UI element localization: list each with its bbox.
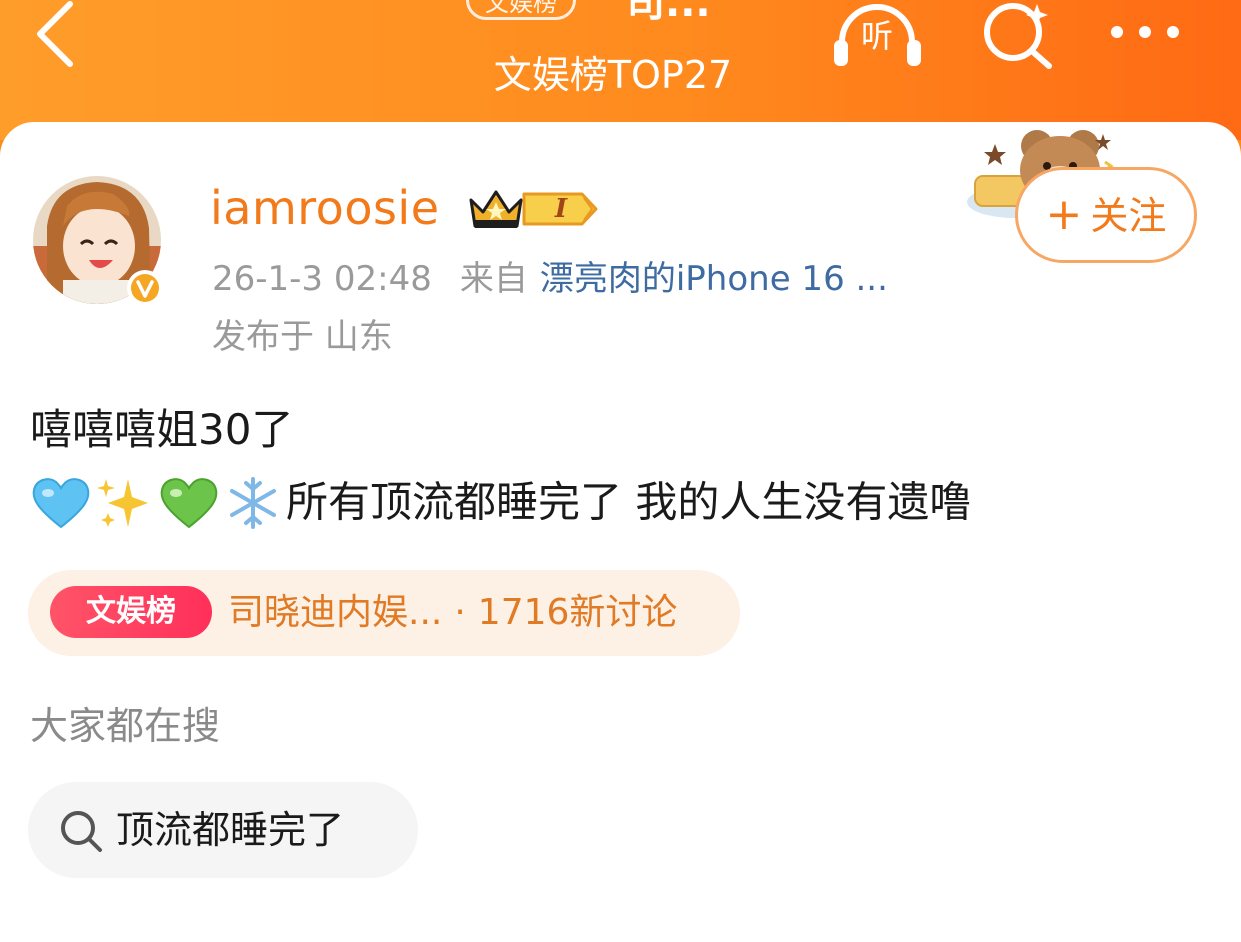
sparkles-icon [94,475,156,531]
username[interactable]: iamroosie [210,180,440,236]
crown-icon [465,184,527,232]
plus-icon: + [1045,189,1083,240]
follow-button[interactable]: + 关注 [1015,167,1197,263]
snowflake-icon [222,475,284,531]
more-button[interactable] [1105,12,1185,52]
level-badge: I [522,188,600,230]
hot-topic-pill[interactable]: 文娱榜 司晓迪内娱... · 1716新讨论 [28,570,740,656]
listen-button[interactable]: 听 [830,0,925,75]
search-button[interactable] [975,0,1060,75]
green-heart-icon [158,475,220,531]
hot-separator: · [454,592,466,633]
avatar[interactable] [33,176,167,310]
post-text-line2-body: 所有顶流都睡完了 我的人生没有遗噜 [286,477,972,527]
post-meta: 26-1-3 02:48 来自 漂亮肉的iPhone 16 ... [212,254,888,304]
post-time: 26-1-3 02:48 [212,259,432,299]
header-title: 司... [625,0,711,26]
device-link[interactable]: 漂亮肉的iPhone 16 ... [540,259,888,299]
post-location: 发布于 山东 [212,317,393,357]
post-text-line2: 所有顶流都睡完了 我的人生没有遗噜 [30,470,971,533]
hot-list-tag: 文娱榜 [50,586,212,638]
avatar-image [33,176,163,306]
listen-label: 听 [860,17,893,55]
blue-heart-icon [30,475,92,531]
hot-topic-text: 司晓迪内娱... · 1716新讨论 [228,588,677,638]
related-search-title: 大家都在搜 [30,704,221,748]
header-rank-badge: 文娱榜 [466,0,576,20]
level-label: I [554,194,568,224]
from-label: 来自 [459,259,528,299]
top-bar: 文娱榜 司... 文娱榜TOP27 听 [0,0,1241,140]
follow-label: 关注 [1090,194,1167,238]
post-card: iamroosie I 26-1-3 02:48 来自 漂亮肉的iPhone 16 … [0,122,1241,942]
hot-discussion-count: 1716新讨论 [477,592,678,633]
related-search-chip[interactable]: 顶流都睡完了 [28,782,418,878]
post-text-line1: 嘻嘻嘻姐30了 [30,405,294,454]
search-icon [984,3,1052,69]
related-search-label: 顶流都睡完了 [116,808,345,852]
more-dots-icon [1111,26,1179,38]
hot-topic-title: 司晓迪内娱... [228,592,443,633]
search-icon [61,811,102,852]
